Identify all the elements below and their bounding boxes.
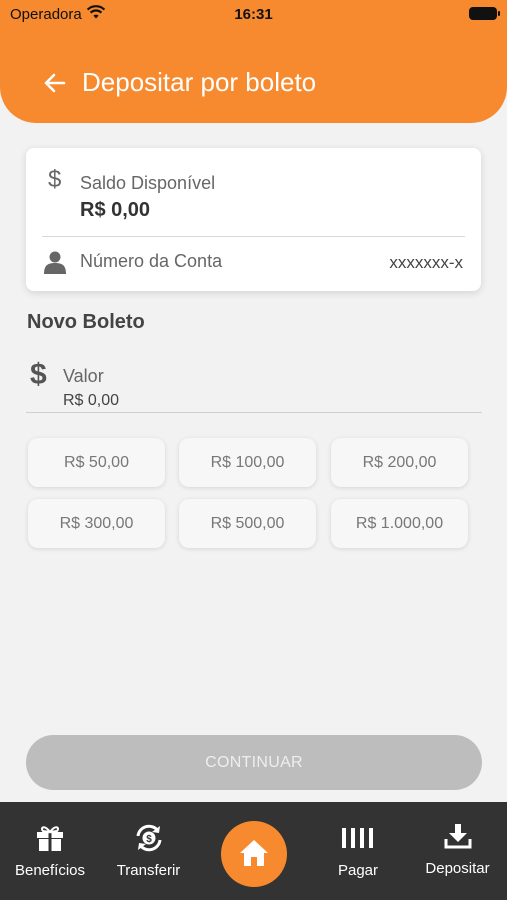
arrow-left-icon[interactable] (40, 68, 70, 98)
section-title: Novo Boleto (27, 311, 145, 333)
saldo-value: R$ 0,00 (80, 199, 151, 221)
valor-underline (26, 412, 482, 413)
person-icon (44, 250, 66, 279)
amount-chip-200[interactable]: R$ 200,00 (331, 438, 468, 487)
divider (42, 236, 465, 237)
page-title: Depositar por boleto (82, 67, 317, 97)
amount-chip-100[interactable]: R$ 100,00 (179, 438, 316, 487)
dollar-icon: $ (30, 358, 47, 391)
valor-input[interactable] (63, 392, 443, 410)
account-card: $ Saldo Disponível R$ 0,00 Número da Con… (26, 148, 481, 291)
amount-chip-500[interactable]: R$ 500,00 (179, 499, 316, 548)
home-button[interactable] (221, 821, 287, 887)
svg-text:$: $ (146, 834, 152, 845)
tab-label: Benefícios (14, 862, 86, 879)
amount-chip-50[interactable]: R$ 50,00 (28, 438, 165, 487)
tab-pagar[interactable]: Pagar (308, 802, 408, 900)
conta-value: xxxxxxx-x (389, 253, 463, 272)
tab-label: Depositar (425, 860, 490, 877)
gift-icon (35, 822, 65, 857)
tab-beneficios[interactable]: Benefícios (0, 802, 100, 900)
saldo-label: Saldo Disponível (80, 173, 216, 193)
tab-label: Transferir (116, 862, 181, 879)
tab-bar: Benefícios $ Transferir Pagar Depositar (0, 802, 507, 900)
tab-depositar[interactable]: Depositar (408, 802, 507, 900)
barcode-icon (341, 828, 375, 853)
valor-label: Valor (63, 366, 104, 386)
amount-chip-1000[interactable]: R$ 1.000,00 (331, 499, 468, 548)
download-icon (443, 822, 473, 855)
header: Depositar por boleto (0, 30, 507, 123)
continue-button[interactable]: CONTINUAR (26, 735, 482, 790)
transfer-icon: $ (133, 822, 165, 859)
battery-icon (469, 7, 500, 20)
tab-label: Pagar (337, 862, 379, 879)
status-time: 16:31 (234, 6, 273, 23)
tab-transferir[interactable]: $ Transferir (100, 802, 197, 900)
status-bar: Operadora 16:31 (0, 0, 507, 30)
home-icon (240, 840, 268, 866)
amount-chip-300[interactable]: R$ 300,00 (28, 499, 165, 548)
conta-label: Número da Conta (80, 251, 223, 271)
dollar-icon: $ (48, 166, 62, 193)
